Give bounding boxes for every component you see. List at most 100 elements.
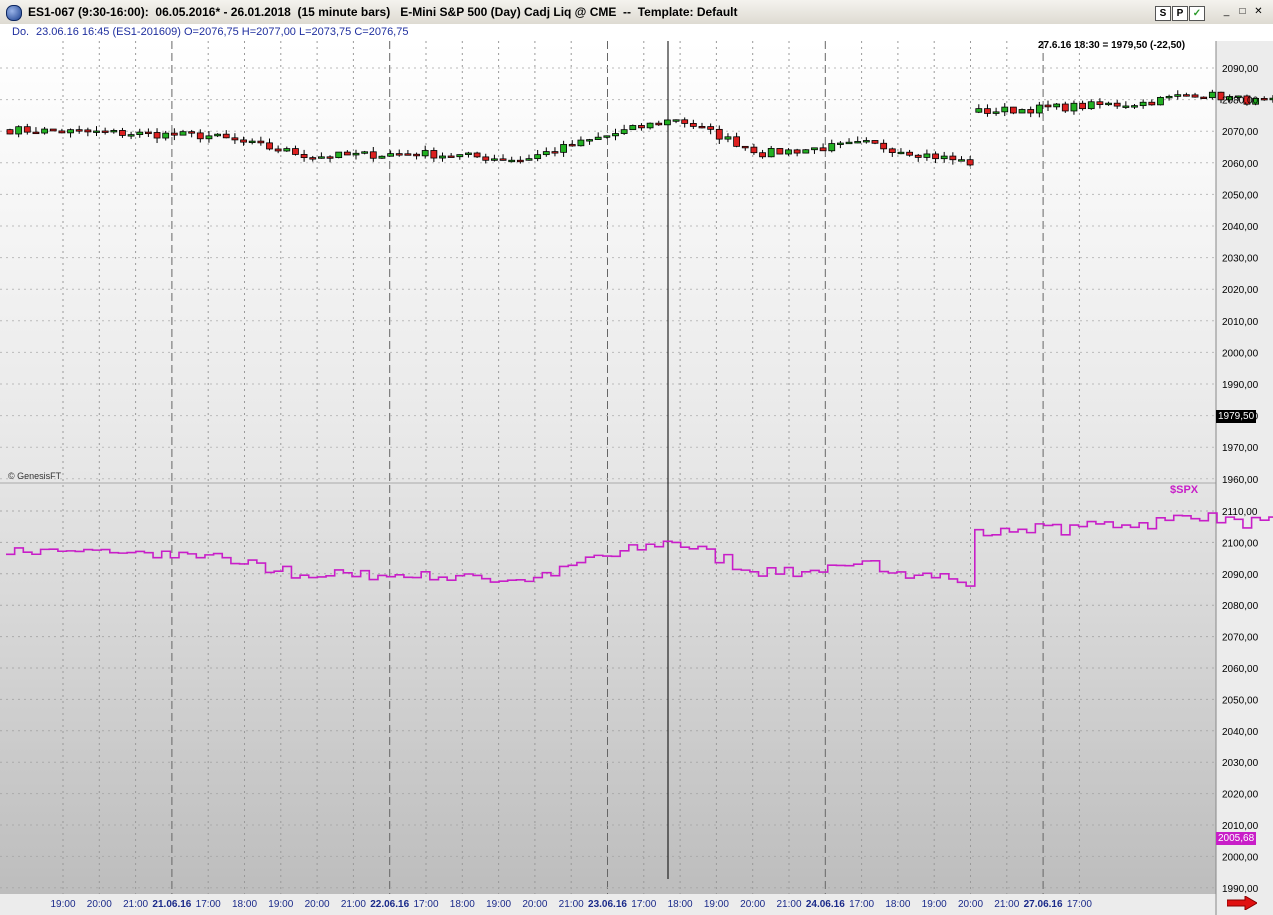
candle-body <box>1174 94 1182 97</box>
candle-body <box>67 129 74 134</box>
candle <box>378 155 386 159</box>
candle-body <box>127 134 135 137</box>
scroll-right-arrow-icon[interactable] <box>1227 896 1257 910</box>
candle-body <box>1010 106 1017 114</box>
window-title: ES1-067 (9:30-16:00): 06.05.2016* - 26.0… <box>28 5 738 19</box>
x-tick-label: 17:00 <box>631 899 656 910</box>
x-tick-label: 27.06.16 <box>1024 899 1063 910</box>
spx-y-tick-label: 1990,00 <box>1222 884 1259 895</box>
x-tick-label: 20:00 <box>305 899 330 910</box>
x-tick-label: 18:00 <box>232 899 257 910</box>
candle-body <box>1018 109 1026 114</box>
candle-body <box>1079 102 1086 110</box>
candle-body <box>707 126 715 130</box>
spx-last-price-box: 2005,68 <box>1216 831 1257 845</box>
candle-body <box>568 144 576 147</box>
title-bar: ES1-067 (9:30-16:00): 06.05.2016* - 26.0… <box>0 0 1273 25</box>
candle-body <box>966 159 974 166</box>
candle-body <box>439 155 446 159</box>
s-toolbar-button[interactable]: S <box>1155 6 1171 21</box>
candle-body <box>335 151 343 159</box>
candle-body <box>646 122 654 129</box>
candle-body <box>84 129 92 133</box>
x-tick-label: 20:00 <box>87 899 112 910</box>
candle-body <box>932 153 939 160</box>
candle-body <box>897 151 905 155</box>
maximize-button[interactable]: □ <box>1236 6 1249 18</box>
spx-y-tick-label: 2080,00 <box>1222 601 1259 612</box>
p-toolbar-button[interactable]: P <box>1172 6 1188 21</box>
x-tick-label: 19:00 <box>704 899 729 910</box>
last-close-readout: 27.6.16 18:30 = 1979,50 (-22,50) <box>1038 40 1186 51</box>
candle-body <box>845 141 853 145</box>
check-toolbar-button[interactable]: ✓ <box>1189 6 1205 21</box>
candle-body <box>923 153 931 158</box>
candle-body <box>369 151 377 159</box>
ohlc-readout: 23.06.16 16:45 (ES1-201609) O=2076,75 H=… <box>36 26 409 38</box>
x-tick-label: 19:00 <box>50 899 75 910</box>
candle-body <box>144 131 152 135</box>
candle-body <box>1044 104 1052 108</box>
candle <box>629 124 637 131</box>
candle-body <box>240 139 247 143</box>
es-y-tick-label: 1970,00 <box>1222 443 1259 454</box>
candle-body <box>1260 98 1268 101</box>
candle-body <box>508 159 516 163</box>
watermark: © GenesisFT <box>8 471 62 481</box>
es-y-tick-label: 2060,00 <box>1222 159 1259 170</box>
minimize-button[interactable]: _ <box>1220 6 1233 18</box>
candle-body <box>1087 101 1095 110</box>
candle-body <box>292 148 299 155</box>
candle-body <box>542 151 550 156</box>
candle-body <box>15 126 23 135</box>
candle-body <box>1001 106 1009 113</box>
candle-body <box>534 154 542 160</box>
candle-body <box>196 132 204 140</box>
candle-body <box>257 140 265 144</box>
x-tick-label: 20:00 <box>740 899 765 910</box>
candle-body <box>413 153 420 157</box>
x-tick-label: 19:00 <box>486 899 511 910</box>
candle-body <box>724 136 732 140</box>
x-tick-label: 18:00 <box>668 899 693 910</box>
candle-body <box>456 154 464 158</box>
candle-body <box>698 126 706 129</box>
x-tick-label: 21:00 <box>341 899 366 910</box>
es-y-tick-label: 2050,00 <box>1222 190 1259 201</box>
candle-body <box>361 151 369 154</box>
candle-body <box>516 159 524 163</box>
candle-body <box>58 130 66 134</box>
candle-body <box>759 152 766 158</box>
candle-body <box>170 132 178 136</box>
es-y-tick-label: 1990,00 <box>1222 380 1259 391</box>
x-tick-label: 17:00 <box>849 899 874 910</box>
candle-body <box>214 133 222 137</box>
candle-body <box>992 111 1000 114</box>
candle-body <box>612 133 619 137</box>
candle-body <box>984 108 991 114</box>
spx-y-tick-label: 2040,00 <box>1222 727 1259 738</box>
candle-body <box>395 153 403 156</box>
candle-body <box>274 148 282 152</box>
candle-body <box>1070 102 1078 112</box>
candle-body <box>715 128 723 140</box>
candle-body <box>975 108 983 113</box>
spx-panel-background <box>0 483 1216 894</box>
x-tick-label: 18:00 <box>450 899 475 910</box>
candle-body <box>785 149 792 155</box>
candle-body <box>629 125 637 131</box>
candle-body <box>1053 103 1061 108</box>
close-button[interactable]: ✕ <box>1252 6 1265 18</box>
candle-body <box>577 139 585 147</box>
candle-body <box>153 132 161 139</box>
candle-body <box>404 153 412 156</box>
candle-body <box>560 144 567 153</box>
candle-body <box>465 152 472 156</box>
candle-body <box>1105 102 1112 106</box>
candle-body <box>49 128 57 132</box>
candle-body <box>949 155 957 161</box>
es-y-tick-label: 1960,00 <box>1222 475 1259 486</box>
candle-body <box>110 130 118 133</box>
price-chart[interactable]: 2090,00 2080,00 2070,00 2060,00 2050,00 2040,… <box>0 41 1273 915</box>
spx-y-tick-label: 2090,00 <box>1222 570 1259 581</box>
